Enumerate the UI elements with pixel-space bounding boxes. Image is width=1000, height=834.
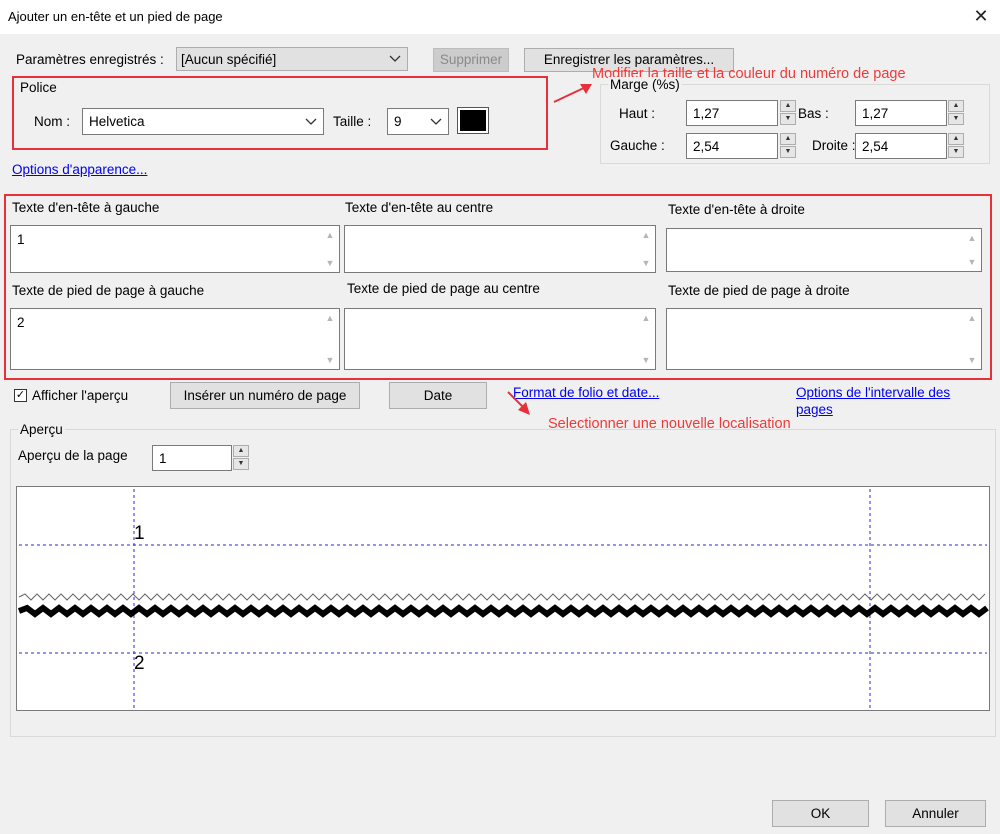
preview-page-value: 1 — [159, 451, 167, 466]
header-center-label: Texte d'en-tête au centre — [345, 200, 494, 215]
page-preview-canvas — [17, 489, 989, 709]
annotation-arrow-icon — [553, 84, 592, 103]
font-color-button[interactable] — [457, 107, 489, 134]
chevron-down-icon — [389, 55, 401, 62]
footer-left-value: 2 — [17, 315, 25, 330]
preview-page-spinner[interactable]: ▲ ▼ — [233, 445, 249, 471]
footer-left-textarea[interactable]: 2 ▲ ▼ — [10, 308, 340, 370]
saved-settings-value: [Aucun spécifié] — [181, 52, 277, 67]
chevron-down-icon — [430, 118, 442, 125]
header-left-textarea[interactable]: 1 ▲ ▼ — [10, 225, 340, 273]
margin-right-value: 2,54 — [862, 139, 889, 154]
header-right-textarea[interactable]: ▲ ▼ — [666, 228, 982, 272]
font-name-value: Helvetica — [89, 114, 145, 129]
header-center-textarea[interactable]: ▲ ▼ — [344, 225, 656, 273]
margin-right-input[interactable]: 2,54 — [855, 133, 947, 159]
margin-top-label: Haut : — [619, 106, 656, 121]
margin-bottom-label: Bas : — [798, 106, 829, 121]
margin-top-value: 1,27 — [693, 106, 720, 121]
margin-right-label: Droite : — [812, 138, 856, 153]
scrollbar[interactable]: ▲ ▼ — [965, 311, 979, 367]
margin-bottom-value: 1,27 — [862, 106, 889, 121]
header-left-value: 1 — [17, 232, 25, 247]
scrollbar[interactable]: ▲ ▼ — [323, 311, 337, 367]
show-preview-label: Afficher l'aperçu — [32, 388, 129, 403]
margin-left-input[interactable]: 2,54 — [686, 133, 778, 159]
scrollbar[interactable]: ▲ ▼ — [965, 231, 979, 269]
footer-center-label: Texte de pied de page au centre — [347, 281, 540, 296]
cancel-button[interactable]: Annuler — [885, 800, 986, 827]
margin-left-value: 2,54 — [693, 139, 720, 154]
appearance-options-link[interactable]: Options d'apparence... — [12, 162, 147, 177]
font-name-select[interactable]: Helvetica — [82, 108, 324, 135]
footer-center-textarea[interactable]: ▲ ▼ — [344, 308, 656, 370]
font-size-select[interactable]: 9 — [387, 108, 449, 135]
scrollbar[interactable]: ▲ ▼ — [639, 311, 653, 367]
margin-bottom-spinner[interactable]: ▲ ▼ — [948, 100, 964, 126]
delete-settings-button[interactable]: Supprimer — [433, 48, 509, 72]
preview-page-input[interactable]: 1 — [152, 445, 232, 471]
page-preview: 1 2 — [16, 486, 990, 711]
date-button[interactable]: Date — [389, 382, 487, 409]
margin-bottom-input[interactable]: 1,27 — [855, 100, 947, 126]
chevron-down-icon — [305, 118, 317, 125]
header-left-label: Texte d'en-tête à gauche — [12, 200, 160, 215]
preview-group-label: Aperçu — [18, 422, 65, 437]
scrollbar[interactable]: ▲ ▼ — [323, 228, 337, 270]
font-name-label: Nom : — [34, 114, 71, 129]
margin-left-label: Gauche : — [610, 138, 665, 153]
margin-right-spinner[interactable]: ▲ ▼ — [948, 133, 964, 159]
font-size-label: Taille : — [333, 114, 372, 129]
show-preview-checkbox[interactable]: ✓ — [14, 389, 27, 402]
close-icon[interactable]: ✕ — [968, 3, 994, 29]
page-range-options-link[interactable]: Options de l'intervalle des — [796, 385, 950, 400]
footer-left-label: Texte de pied de page à gauche — [12, 283, 205, 298]
margin-left-spinner[interactable]: ▲ ▼ — [780, 133, 796, 159]
margin-top-spinner[interactable]: ▲ ▼ — [780, 100, 796, 126]
annotation-arrow-icon — [507, 391, 530, 415]
preview-page-label: Aperçu de la page — [18, 448, 128, 463]
saved-settings-label: Paramètres enregistrés : — [16, 52, 164, 67]
footer-right-label: Texte de pied de page à droite — [668, 283, 850, 298]
font-group-label: Police — [20, 80, 57, 95]
window-title: Ajouter un en-tête et un pied de page — [8, 9, 223, 24]
font-color-swatch — [460, 110, 486, 131]
insert-page-number-button[interactable]: Insérer un numéro de page — [170, 382, 360, 409]
header-right-label: Texte d'en-tête à droite — [668, 202, 805, 217]
preview-footer-text: 2 — [134, 653, 145, 674]
page-range-options-link-cont[interactable]: pages — [796, 402, 833, 417]
checkmark-icon: ✓ — [15, 389, 26, 401]
margin-group-label: Marge (%s) — [608, 77, 682, 92]
font-size-value: 9 — [394, 114, 402, 129]
preview-header-text: 1 — [134, 523, 145, 544]
scrollbar[interactable]: ▲ ▼ — [639, 228, 653, 270]
footer-right-textarea[interactable]: ▲ ▼ — [666, 308, 982, 370]
ok-button[interactable]: OK — [772, 800, 869, 827]
margin-top-input[interactable]: 1,27 — [686, 100, 778, 126]
saved-settings-select[interactable]: [Aucun spécifié] — [176, 47, 408, 71]
